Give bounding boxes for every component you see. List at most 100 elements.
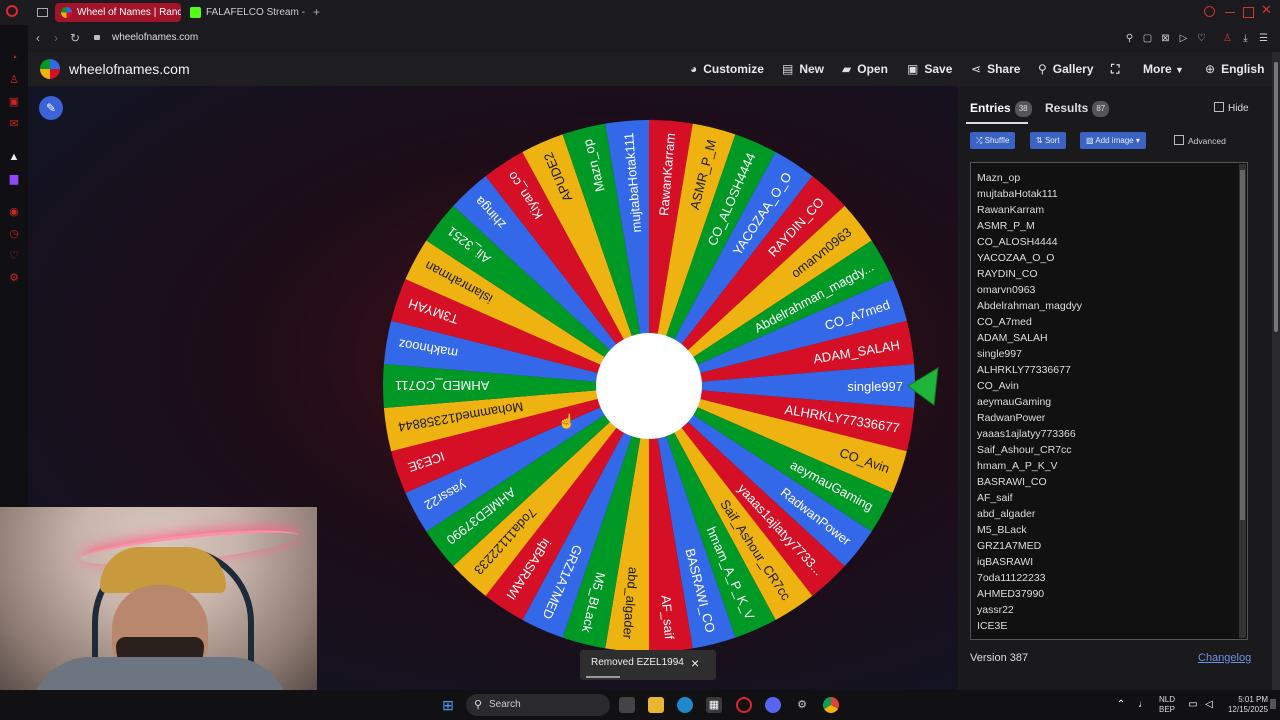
search-tabs-icon[interactable] xyxy=(1204,6,1215,17)
customize-label: Customize xyxy=(703,62,764,76)
globe-icon: ⊕ xyxy=(1205,62,1216,76)
reload-icon[interactable]: ↻ xyxy=(70,31,80,45)
network-icon[interactable]: ▭ xyxy=(1185,697,1201,713)
microphone-icon[interactable]: ♩ xyxy=(1135,697,1151,713)
aria-icon[interactable]: ◔ xyxy=(7,51,21,65)
discord-icon[interactable] xyxy=(765,697,781,713)
tab-results[interactable]: Results 87 xyxy=(1045,101,1110,117)
page-scroll-thumb[interactable] xyxy=(1274,62,1278,332)
pin-icon[interactable]: ⚲ xyxy=(1124,33,1135,44)
back-icon[interactable]: ‹ xyxy=(36,31,40,45)
entries-panel: Entries 38 Results 87 Hide ⤮ Shuffle ⇅ Sor… xyxy=(958,86,1272,690)
save-button[interactable]: ▣ Save xyxy=(907,61,952,77)
open-label: Open xyxy=(857,62,888,76)
url-field[interactable]: wheelofnames.com xyxy=(112,32,198,44)
list-item: aeymauGaming xyxy=(977,396,1052,408)
entries-scroll-thumb[interactable] xyxy=(1240,170,1245,520)
entries-tab-underline xyxy=(966,122,1028,124)
new-button[interactable]: ▤ New xyxy=(782,61,824,77)
results-tab-label: Results xyxy=(1045,101,1089,116)
edge-icon[interactable] xyxy=(677,697,693,713)
tray-overflow-icon[interactable]: ⌃ xyxy=(1113,697,1129,713)
shuffle-button[interactable]: ⤮ Shuffle xyxy=(970,132,1016,149)
shuffle-icon: ⤮ xyxy=(976,136,983,145)
tab-wheel-of-names[interactable]: Wheel of Names | Randon xyxy=(55,3,181,22)
notifications-icon[interactable] xyxy=(1270,699,1276,709)
language-indicator[interactable]: NLD BEP xyxy=(1159,695,1175,715)
share-button[interactable]: ⋖ Share xyxy=(971,61,1020,77)
snapshot-icon[interactable]: ▢ xyxy=(1142,33,1153,44)
profile-icon[interactable]: ♙ xyxy=(1222,33,1233,44)
page-scrollbar[interactable] xyxy=(1272,52,1280,690)
add-image-button[interactable]: ▨ Add image ▾ xyxy=(1080,132,1146,149)
chrome-icon[interactable] xyxy=(823,697,839,713)
task-view-icon[interactable] xyxy=(619,697,635,713)
tab-manager-icon[interactable] xyxy=(37,8,48,17)
more-label: More xyxy=(1143,62,1172,76)
store-icon[interactable]: ▦ xyxy=(706,697,722,713)
player-icon[interactable]: ◉ xyxy=(7,205,21,219)
share-label: Share xyxy=(987,62,1021,76)
download-icon[interactable]: ⤓ xyxy=(1240,33,1251,44)
volume-icon[interactable]: ◁ xyxy=(1201,697,1217,713)
bookmark-icon[interactable]: ♡ xyxy=(7,249,21,263)
image-icon: ▨ xyxy=(1086,136,1094,145)
vpn-icon[interactable]: ⊠ xyxy=(1160,33,1171,44)
list-item: hmam_A_P_K_V xyxy=(977,460,1058,472)
list-item: M5_BLack xyxy=(977,524,1027,536)
windows-start-icon[interactable]: ⊞ xyxy=(440,697,456,713)
file-explorer-icon[interactable] xyxy=(648,697,664,713)
list-item: Abdelrahman_magdyy xyxy=(977,300,1083,312)
advanced-checkbox[interactable]: Advanced xyxy=(1174,135,1226,147)
browser-tab-bar: Wheel of Names | Randon FALAFELCO Stream… xyxy=(0,0,1280,25)
twitch-icon[interactable]: ▆ xyxy=(7,172,21,186)
tab-falafelco-stream[interactable]: FALAFELCO Stream - Wa xyxy=(184,3,308,22)
lang-top: NLD xyxy=(1159,695,1176,704)
changelog-link[interactable]: Changelog xyxy=(1198,652,1251,665)
opera-logo-icon[interactable] xyxy=(6,5,18,17)
entries-scrollbar[interactable] xyxy=(1239,164,1246,638)
sort-button[interactable]: ⇅ Sort xyxy=(1030,132,1066,149)
list-item: GRZ1A7MED xyxy=(977,540,1042,552)
gallery-button[interactable]: ⚲ Gallery xyxy=(1038,61,1094,77)
history-icon[interactable]: ◷ xyxy=(7,227,21,241)
taskbar-search[interactable]: ⚲ Search xyxy=(466,694,610,716)
site-name[interactable]: wheelofnames.com xyxy=(69,60,190,78)
heart-icon[interactable]: ♡ xyxy=(1196,33,1207,44)
tab-entries[interactable]: Entries 38 xyxy=(970,101,1032,117)
toast-notification: Removed EZEL1994 × xyxy=(580,650,716,680)
messenger-icon[interactable]: ▣ xyxy=(7,95,21,109)
clock[interactable]: 5:01 PM 12/15/2025 xyxy=(1224,695,1268,715)
forward-icon[interactable]: › xyxy=(54,31,58,45)
new-tab-button[interactable]: + xyxy=(313,5,320,19)
address-bar: ‹ › ↻ wheelofnames.com ⚲ ▢ ⊠ ▷ ♡ ♙ ⤓ ☰ xyxy=(28,25,1280,52)
bag-icon[interactable]: ♙ xyxy=(7,73,21,87)
hide-checkbox[interactable]: Hide xyxy=(1214,102,1249,115)
site-logo-icon[interactable] xyxy=(40,59,60,79)
play-icon[interactable]: ▷ xyxy=(1178,33,1189,44)
close-window-icon[interactable]: ✕ xyxy=(1261,3,1272,17)
list-item: yaaas1ajlatyy773366 xyxy=(977,428,1076,440)
easy-setup-icon[interactable]: ☰ xyxy=(1258,33,1269,44)
open-button[interactable]: ▰ Open xyxy=(842,61,888,77)
sort-label: Sort xyxy=(1044,136,1060,145)
list-item: ADAM_SALAH xyxy=(977,332,1048,344)
toast-close-button[interactable]: × xyxy=(691,650,699,676)
minimize-icon[interactable] xyxy=(1225,12,1235,13)
customize-button[interactable]: ◕ Customize xyxy=(690,61,764,77)
wheel-center xyxy=(596,333,702,439)
entries-textarea[interactable]: Mazn_op mujtabaHotak111 RawanKarram ASMR_P_… xyxy=(970,162,1248,640)
fullscreen-button[interactable]: ⛶ xyxy=(1111,61,1119,77)
list-item: AF_saif xyxy=(977,492,1013,504)
mail-icon[interactable]: ✉ xyxy=(7,117,21,131)
opera-icon[interactable] xyxy=(736,697,752,713)
maximize-icon[interactable] xyxy=(1243,7,1254,18)
arrow-up-icon[interactable]: ▲ xyxy=(7,150,21,164)
sort-icon: ⇅ xyxy=(1036,136,1043,145)
settings-icon[interactable]: ⚙ xyxy=(794,697,810,713)
language-button[interactable]: ⊕ English xyxy=(1205,61,1264,77)
list-item: single997 xyxy=(977,348,1022,360)
more-button[interactable]: More ▼ xyxy=(1143,61,1184,78)
save-label: Save xyxy=(924,62,953,76)
settings-icon[interactable]: ⚙ xyxy=(7,271,21,285)
